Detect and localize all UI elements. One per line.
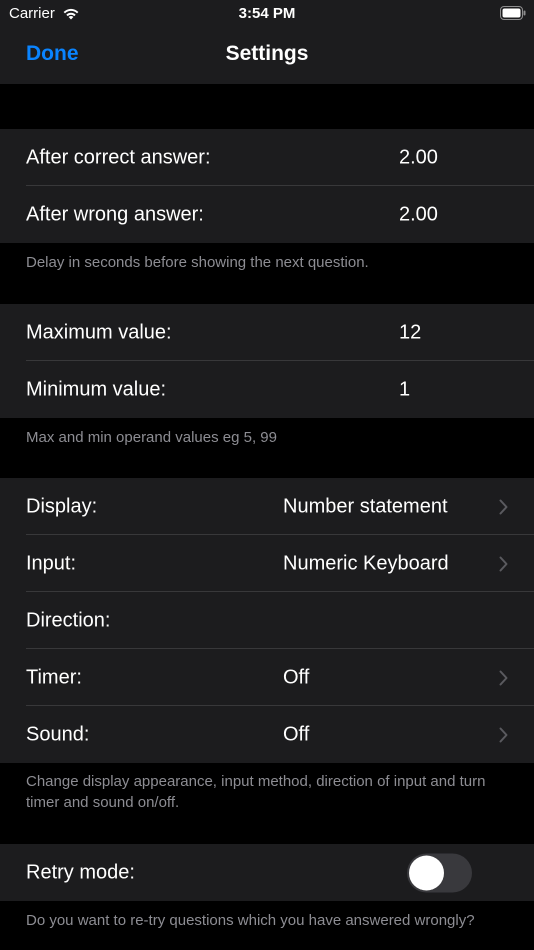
delay-section: After correct answer: 2.00 After wrong a…	[0, 129, 534, 243]
navigation-bar: Settings Done	[0, 28, 534, 84]
input-label: Input:	[26, 552, 77, 574]
maximum-value-value[interactable]: 12	[399, 321, 421, 344]
sound-label: Sound:	[26, 723, 90, 745]
input-row[interactable]: Input: Numeric Keyboard	[0, 535, 534, 592]
after-wrong-label: After wrong answer:	[26, 203, 204, 225]
display-value: Number statement	[283, 495, 448, 517]
maximum-value-label: Maximum value:	[26, 321, 172, 343]
delay-footer: Delay in seconds before showing the next…	[26, 254, 369, 271]
display-row[interactable]: Display: Number statement	[0, 478, 534, 535]
settings-screen: Carrier 3:54 PM Settings Done After corr…	[0, 0, 534, 950]
after-correct-row[interactable]: After correct answer: 2.00	[0, 129, 534, 186]
timer-label: Timer:	[26, 666, 82, 688]
retry-footer: Do you want to re-try questions which yo…	[26, 912, 475, 929]
input-value: Numeric Keyboard	[283, 552, 449, 574]
toggle-knob	[409, 855, 444, 890]
range-section: Maximum value: 12 Minimum value: 1	[0, 304, 534, 418]
sound-row[interactable]: Sound: Off	[0, 706, 534, 763]
timer-row[interactable]: Timer: Off	[0, 649, 534, 706]
page-title: Settings	[225, 42, 309, 65]
sound-value: Off	[283, 723, 310, 745]
retry-mode-label: Retry mode:	[26, 861, 135, 883]
display-section: Display: Number statement Input: Numeric…	[0, 478, 534, 763]
after-wrong-value[interactable]: 2.00	[399, 203, 438, 226]
range-footer: Max and min operand values eg 5, 99	[26, 429, 277, 446]
chevron-right-icon	[499, 727, 508, 742]
after-correct-value[interactable]: 2.00	[399, 146, 438, 169]
minimum-value-value[interactable]: 1	[399, 378, 410, 401]
retry-mode-row: Retry mode:	[0, 844, 534, 901]
chevron-right-icon	[499, 670, 508, 685]
minimum-value-label: Minimum value:	[26, 378, 167, 400]
done-button[interactable]: Done	[26, 42, 79, 66]
retry-mode-toggle[interactable]	[407, 853, 472, 892]
maximum-value-row[interactable]: Maximum value: 12	[0, 304, 534, 361]
direction-label: Direction:	[26, 609, 111, 631]
timer-value: Off	[283, 666, 310, 688]
display-label: Display:	[26, 495, 98, 517]
status-bar: Carrier 3:54 PM	[0, 0, 534, 28]
after-wrong-row[interactable]: After wrong answer: 2.00	[0, 186, 534, 243]
display-footer: Change display appearance, input method,…	[26, 773, 486, 811]
chevron-right-icon	[499, 499, 508, 514]
retry-section: Retry mode:	[0, 844, 534, 901]
battery-icon	[500, 6, 526, 20]
direction-row[interactable]: Direction:	[0, 592, 534, 649]
chevron-right-icon	[499, 556, 508, 571]
status-time: 3:54 PM	[238, 5, 296, 22]
after-correct-label: After correct answer:	[26, 146, 211, 168]
minimum-value-row[interactable]: Minimum value: 1	[0, 361, 534, 418]
